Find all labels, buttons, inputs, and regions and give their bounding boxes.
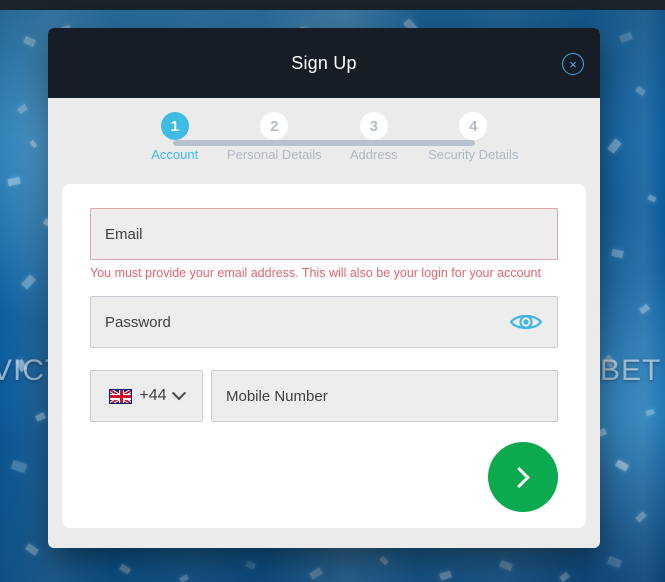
stepper-steps: 1 Account 2 Personal Details 3 Address 4…	[86, 112, 562, 162]
chevron-down-icon	[171, 386, 186, 401]
step-label-security-details: Security Details	[428, 147, 519, 162]
stepper-step-address[interactable]: 3 Address	[324, 112, 424, 162]
next-step-button[interactable]	[488, 442, 558, 512]
email-placeholder: Email	[105, 225, 143, 243]
stepper-step-security-details[interactable]: 4 Security Details	[424, 112, 524, 162]
top-dark-strip	[0, 0, 665, 10]
app-root: VICTO BET V Sign Up × 1 Account 2 Person…	[0, 0, 665, 582]
step-label-personal-details: Personal Details	[226, 147, 322, 162]
password-field[interactable]: Password	[90, 296, 558, 348]
modal-title: Sign Up	[291, 52, 357, 73]
signup-stepper: 1 Account 2 Personal Details 3 Address 4…	[48, 98, 600, 182]
signup-form-card: Email You must provide your email addres…	[62, 184, 586, 528]
mobile-number-field[interactable]: Mobile Number	[211, 370, 558, 422]
step-label-account: Account	[151, 147, 199, 162]
step-number-3: 3	[359, 112, 388, 140]
signup-modal: Sign Up × 1 Account 2 Personal Details 3…	[48, 28, 600, 548]
phone-row: +44 Mobile Number	[90, 370, 558, 422]
email-field[interactable]: Email	[90, 208, 558, 260]
step-number-1: 1	[160, 112, 189, 140]
dial-code-value: +44	[139, 387, 167, 404]
eye-icon[interactable]	[509, 311, 543, 333]
step-label-address: Address	[349, 147, 398, 162]
email-error-message: You must provide your email address. Thi…	[90, 266, 541, 280]
close-icon[interactable]: ×	[562, 53, 584, 75]
brand-wordmark-right: BET V	[600, 354, 665, 387]
stepper-step-account[interactable]: 1 Account	[125, 112, 225, 162]
uk-flag-icon	[109, 388, 133, 404]
step-number-4: 4	[459, 112, 488, 140]
country-code-select[interactable]: +44	[90, 370, 203, 422]
next-button-row	[90, 442, 558, 512]
step-number-2: 2	[260, 112, 289, 140]
modal-header: Sign Up ×	[48, 28, 600, 98]
chevron-right-icon	[508, 466, 530, 488]
stepper-step-personal-details[interactable]: 2 Personal Details	[225, 112, 325, 162]
password-placeholder: Password	[105, 313, 171, 331]
mobile-number-placeholder: Mobile Number	[226, 387, 328, 405]
